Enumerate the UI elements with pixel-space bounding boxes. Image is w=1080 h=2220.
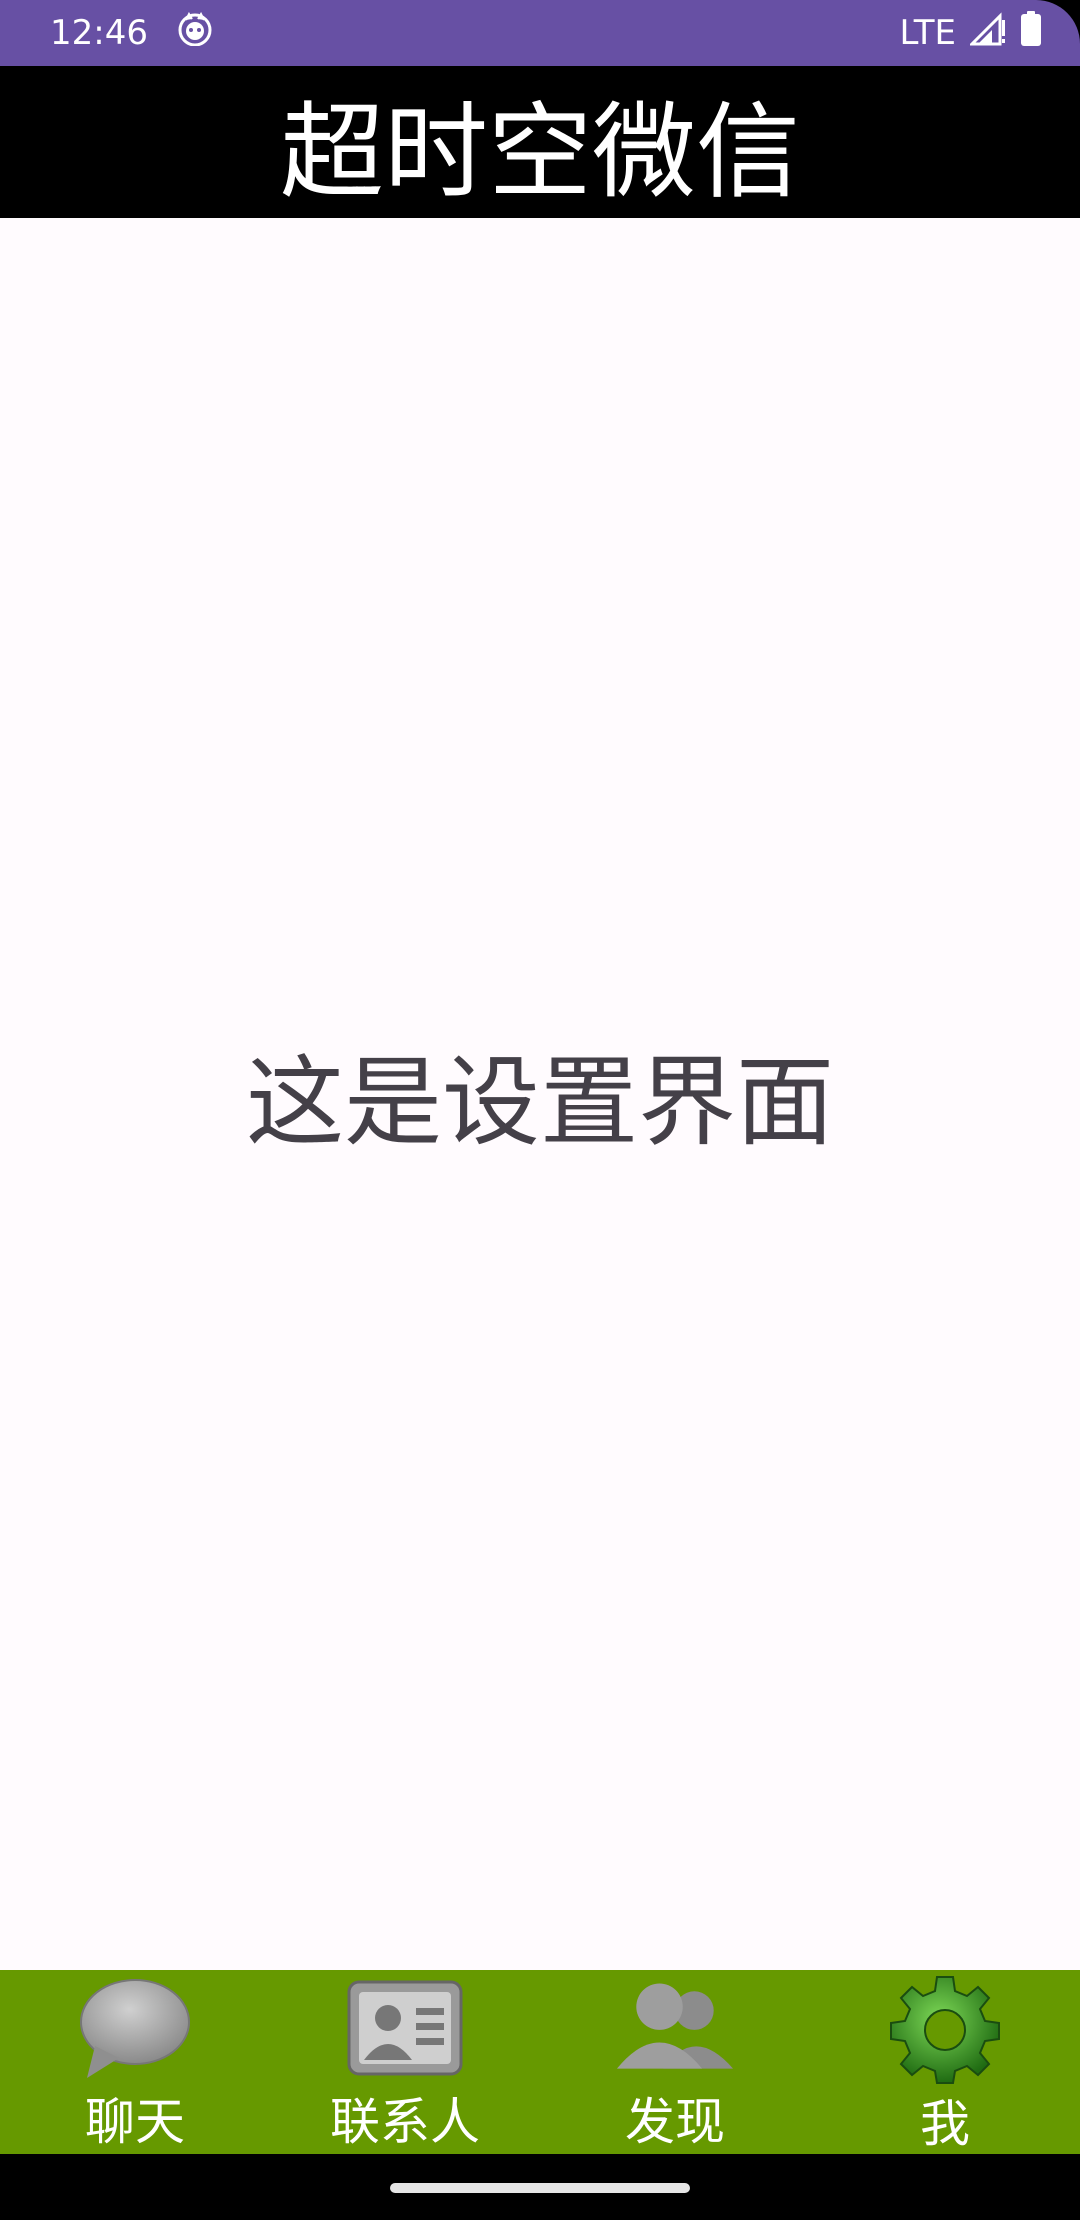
nav-label-contacts: 联系人 <box>330 2093 480 2151</box>
app-title-bar: 超时空微信 <box>0 66 1080 218</box>
cat-face-icon <box>178 11 212 55</box>
people-icon <box>615 1974 735 2082</box>
network-type: LTE <box>899 13 956 53</box>
status-left: 12:46 <box>50 11 212 55</box>
status-time: 12:46 <box>50 13 148 53</box>
nav-item-me[interactable]: 我 <box>810 1970 1080 2154</box>
nav-label-discover: 发现 <box>625 2093 725 2151</box>
status-bar: 12:46 LTE <box>0 0 1080 66</box>
main-content: 这是设置界面 <box>0 218 1080 1970</box>
settings-message: 这是设置界面 <box>245 1046 834 1160</box>
signal-icon <box>968 11 1006 55</box>
contact-card-icon <box>345 1974 465 2082</box>
gear-icon <box>885 1974 1005 2084</box>
bottom-nav: 聊天 联系人 发现 我 <box>0 1970 1080 2154</box>
nav-label-chat: 聊天 <box>85 2093 185 2151</box>
status-right: LTE <box>899 10 1042 56</box>
nav-item-chat[interactable]: 聊天 <box>0 1970 270 2154</box>
chat-bubble-icon <box>75 1974 195 2082</box>
nav-item-contacts[interactable]: 联系人 <box>270 1970 540 2154</box>
page-title: 超时空微信 <box>279 90 800 213</box>
nav-item-discover[interactable]: 发现 <box>540 1970 810 2154</box>
nav-label-me: 我 <box>920 2095 970 2153</box>
battery-icon <box>1020 10 1042 56</box>
home-gesture-handle[interactable] <box>390 2183 690 2193</box>
